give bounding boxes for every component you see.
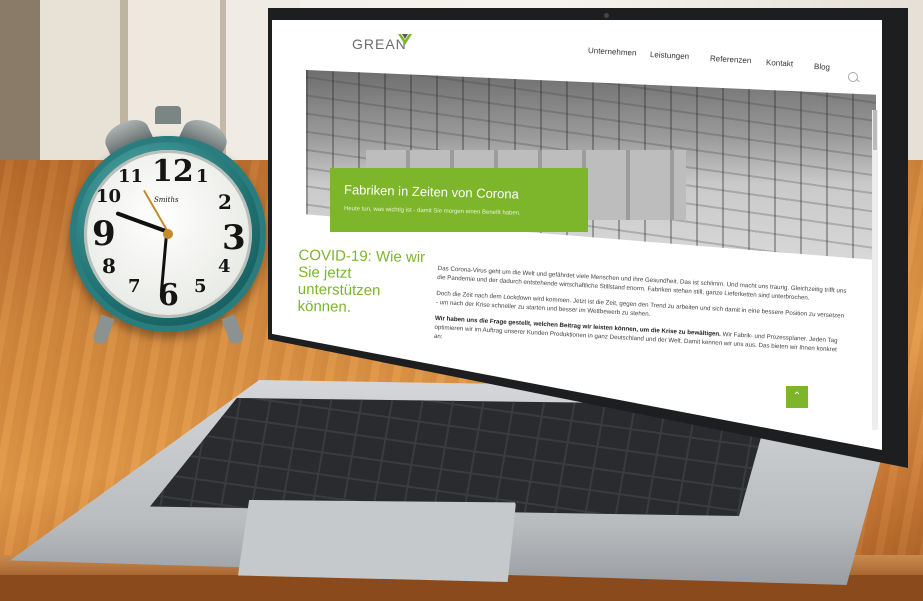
laptop-camera	[604, 13, 609, 18]
clock-number-10: 10	[96, 186, 122, 207]
clock-number-4: 4	[218, 256, 231, 277]
article-text: Das Corona-Virus geht um die Welt und ge…	[433, 264, 847, 371]
scroll-to-top-button[interactable]: ⌃	[786, 386, 808, 408]
clock-number-11: 11	[118, 166, 144, 187]
clock-number-7: 7	[128, 276, 141, 297]
clock-number-5: 5	[194, 276, 207, 297]
clock-number-12: 12	[152, 154, 194, 189]
clock-brand: Smiths	[154, 196, 179, 204]
section-headline: COVID-19: Wie wir Sie jetzt unterstützen…	[297, 246, 426, 316]
clock-number-8: 8	[102, 254, 116, 278]
clock-number-9: 9	[92, 214, 116, 254]
nav-leistungen[interactable]: Leistungen	[650, 50, 690, 61]
nav-referenzen[interactable]: Referenzen	[710, 54, 752, 65]
photo-scene: 12 1 2 3 4 5 6 7 8 9 10 11 Smiths GREAN	[0, 0, 923, 601]
clock-number-1: 1	[196, 166, 209, 187]
laptop-trackpad	[238, 500, 516, 582]
alarm-clock: 12 1 2 3 4 5 6 7 8 9 10 11 Smiths	[70, 106, 266, 346]
clock-center	[163, 229, 173, 239]
nav-blog[interactable]: Blog	[814, 62, 830, 72]
clock-number-2: 2	[218, 190, 232, 214]
logo-mark-icon	[398, 34, 412, 45]
search-icon[interactable]	[848, 72, 858, 82]
clock-face: 12 1 2 3 4 5 6 7 8 9 10 11 Smiths	[84, 150, 252, 318]
nav-kontakt[interactable]: Kontakt	[766, 58, 794, 68]
clock-number-3: 3	[222, 218, 246, 258]
chevron-up-icon: ⌃	[792, 391, 802, 402]
page-scrollbar[interactable]	[872, 110, 878, 430]
clock-handle	[155, 106, 181, 124]
nav-unternehmen[interactable]: Unternehmen	[588, 46, 637, 58]
